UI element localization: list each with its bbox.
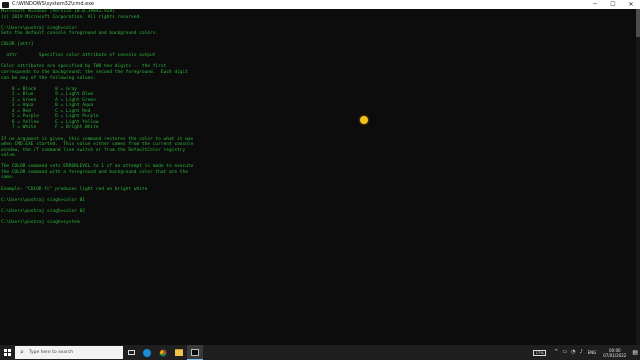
console-scrollbar[interactable]: [636, 9, 640, 345]
language-indicator[interactable]: ENG: [588, 345, 597, 360]
taskbar: ⌕ Type here to search 17% ^ ▭ ◔ ♪ ENG 00…: [0, 345, 640, 360]
taskbar-clock[interactable]: 00:00 07/01/2022: [603, 348, 626, 358]
search-placeholder: Type here to search: [28, 350, 74, 355]
clock-date: 07/01/2022: [603, 352, 627, 358]
search-icon: ⌕: [20, 348, 24, 356]
volume-icon[interactable]: ♪: [579, 345, 582, 360]
start-button[interactable]: [0, 345, 14, 360]
console-output[interactable]: Microsoft Windows [Version 10.0.19041.92…: [0, 9, 636, 345]
system-tray: 17% ^ ▭ ◔ ♪ ENG 00:00 07/01/2022 ▤: [533, 345, 638, 360]
network-icon[interactable]: ◔: [571, 345, 575, 360]
battery-indicator[interactable]: 17%: [533, 349, 547, 356]
taskbar-app-command-prompt[interactable]: [187, 345, 203, 360]
chrome-icon: [159, 348, 167, 357]
terminal-icon: [191, 348, 199, 356]
taskbar-app-edge[interactable]: [139, 345, 155, 360]
tray-overflow-chevron-icon[interactable]: ^: [554, 345, 558, 360]
maximize-button[interactable]: ☐: [604, 0, 622, 9]
window-title: C:\WINDOWS\system32\cmd.exe: [12, 1, 94, 7]
edge-icon: [143, 348, 151, 357]
notification-center-icon[interactable]: ▤: [632, 345, 638, 360]
cmd-app-icon: [2, 1, 9, 8]
task-view-icon: [127, 350, 135, 355]
taskbar-app-chrome[interactable]: [155, 345, 171, 360]
folder-icon: [175, 349, 183, 356]
console-line: C:\Users\pushraj singh>system: [1, 219, 80, 225]
mouse-cursor-highlight: [360, 116, 368, 124]
task-view-button[interactable]: [123, 345, 139, 360]
battery-icon[interactable]: ▭: [562, 345, 567, 360]
window-titlebar[interactable]: C:\WINDOWS\system32\cmd.exe ─ ☐ ✕: [0, 0, 640, 9]
taskbar-search-box[interactable]: ⌕ Type here to search: [15, 346, 123, 359]
console-scrollbar-thumb[interactable]: [636, 9, 640, 37]
window-controls: ─ ☐ ✕: [586, 0, 640, 9]
taskbar-app-file-explorer[interactable]: [171, 345, 187, 360]
minimize-button[interactable]: ─: [586, 0, 604, 9]
windows-logo-icon: [3, 349, 11, 356]
close-button[interactable]: ✕: [622, 0, 640, 9]
